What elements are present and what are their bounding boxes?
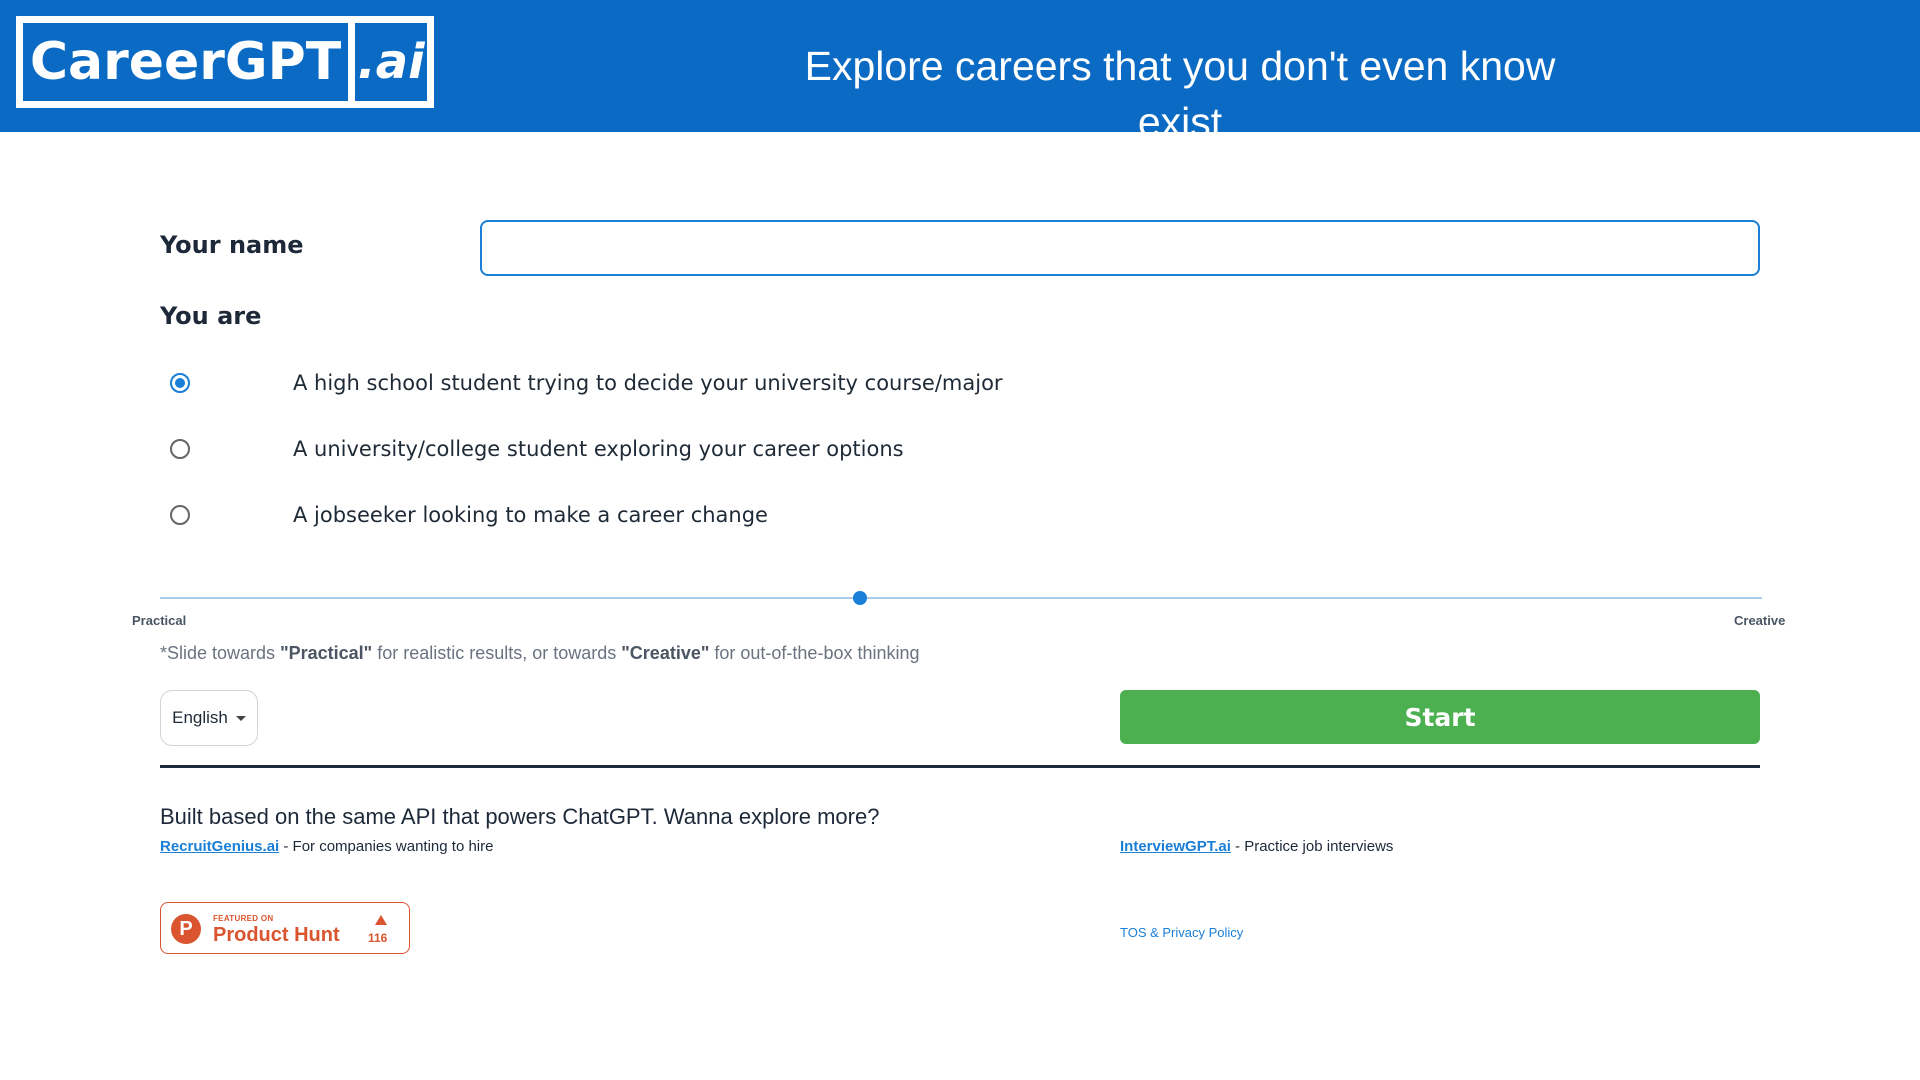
option-jobseeker[interactable]: A jobseeker looking to make a career cha… [160,495,1060,535]
logo-ai-mark: .ai [357,34,425,90]
ph-upvote-count: 116 [368,931,388,945]
upvote-arrow-icon [375,915,387,925]
option-label: A high school student trying to decide y… [293,371,1003,395]
product-hunt-badge[interactable]: P FEATURED ON Product Hunt 116 [160,902,410,954]
radio-university[interactable] [170,439,190,459]
header-tagline: Explore careers that you don't even know… [804,43,1556,145]
logo-wordmark: CareerGPT [23,23,355,101]
interviewgpt-link[interactable]: InterviewGPT.ai [1120,838,1231,855]
careergpt-logo[interactable]: CareerGPT .ai [16,16,434,108]
language-value: English [172,708,228,727]
recruitgenius-line: RecruitGenius.ai - For companies wanting… [160,838,493,855]
option-label: A university/college student exploring y… [293,437,904,461]
option-high-school[interactable]: A high school student trying to decide y… [160,363,1060,403]
tos-privacy-link[interactable]: TOS & Privacy Policy [1120,925,1243,940]
name-label: Your name [160,231,304,259]
interviewgpt-desc: - Practice job interviews [1230,838,1394,855]
built-on-text: Built based on the same API that powers … [160,804,880,829]
name-input[interactable] [480,220,1760,276]
header-bar: CareerGPT .ai Explore careers that you d… [0,0,1920,145]
slider-label-practical: Practical [132,613,187,628]
slider-hint: *Slide towards "Practical" for realistic… [160,643,920,663]
creativity-slider-track[interactable] [160,597,1762,599]
ph-name: Product Hunt [213,924,340,946]
you-are-label: You are [160,302,262,330]
producthunt-p-icon: P [171,914,201,944]
ph-featured-text: FEATURED ON [213,914,274,923]
divider [160,765,1760,768]
recruitgenius-link[interactable]: RecruitGenius.ai [160,838,279,855]
radio-high-school[interactable] [170,373,190,393]
chevron-down-icon [235,715,246,721]
slider-label-creative: Creative [1734,613,1786,628]
interviewgpt-line: InterviewGPT.ai - Practice job interview… [1120,838,1393,855]
option-university[interactable]: A university/college student exploring y… [160,429,1060,469]
recruitgenius-desc: - For companies wanting to hire [279,838,494,855]
start-button[interactable]: Start [1120,690,1760,744]
creativity-slider-thumb[interactable] [853,591,867,605]
radio-jobseeker[interactable] [170,505,190,525]
option-label: A jobseeker looking to make a career cha… [293,503,768,527]
language-select[interactable]: English [160,690,258,746]
